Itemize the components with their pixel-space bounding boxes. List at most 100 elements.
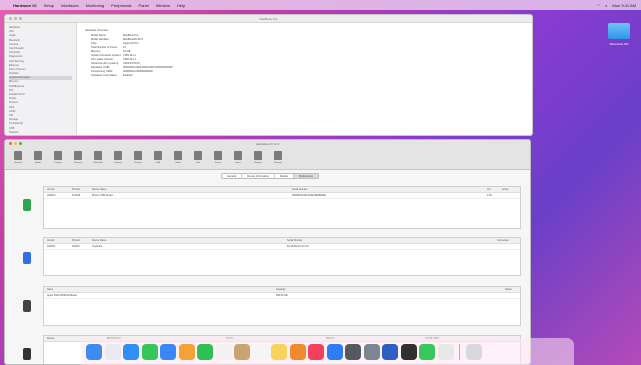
- toolbar-button[interactable]: Network: [71, 148, 85, 169]
- dock-app-notes-icon[interactable]: [271, 343, 287, 360]
- menu-item[interactable]: Setup: [44, 3, 54, 8]
- table-row[interactable]: 0x05AC 0x12A8 iPhone USB Device 00008030-00…: [44, 193, 520, 199]
- toolbar-label: Video: [175, 162, 181, 164]
- column-header[interactable]: Product: [69, 238, 89, 243]
- column-header[interactable]: Vendor: [44, 238, 69, 243]
- table-cell: 0x004C: [47, 245, 56, 248]
- toolbar-label: Storage: [274, 162, 282, 164]
- toolbar-button[interactable]: Disk: [191, 148, 205, 169]
- toolbar-button[interactable]: General: [11, 148, 25, 169]
- trash-icon[interactable]: [465, 343, 482, 360]
- table-cell: [499, 193, 519, 198]
- toolbar-button[interactable]: Input: [231, 148, 245, 169]
- menu-item[interactable]: Monitoring: [86, 3, 105, 8]
- status-area: ◠ ⌕ Mon 9:41 AM: [597, 3, 641, 8]
- column-header[interactable]: Serial Number: [284, 238, 494, 243]
- dock-app-safari-icon[interactable]: [123, 343, 139, 360]
- column-header[interactable]: Device Name: [89, 187, 289, 192]
- overview-heading: Hardware Overview:: [85, 29, 109, 32]
- menu-item[interactable]: Panel: [139, 3, 149, 8]
- toolbar-button[interactable]: USB: [151, 148, 165, 169]
- column-header[interactable]: Product: [69, 187, 89, 192]
- system-info-window: MacBook Pro Hardware ATA Audio Bluetooth Cam…: [4, 14, 533, 136]
- column-header[interactable]: Active: [499, 187, 519, 192]
- table-cell: iPhone USB Device: [92, 194, 113, 197]
- dock-app-pages-icon[interactable]: [289, 343, 306, 360]
- dock-app-mail-icon[interactable]: [160, 343, 176, 360]
- dock-app-facetime-icon[interactable]: [197, 343, 213, 360]
- toolbar-label: Printers: [134, 162, 142, 164]
- dock-app-xcode-icon[interactable]: [382, 343, 398, 360]
- column-header[interactable]: Device Name: [89, 238, 284, 243]
- column-header[interactable]: Serial Number: [289, 187, 484, 192]
- dock-app-calendar-icon[interactable]: [215, 343, 232, 360]
- column-header[interactable]: Name: [44, 287, 273, 292]
- column-header[interactable]: Vendor: [44, 187, 69, 192]
- toolbar-label: Network: [73, 162, 83, 164]
- toolbar-icon: [14, 151, 22, 160]
- toolbar-button[interactable]: Display: [51, 148, 65, 169]
- toolbar-button[interactable]: Printers: [131, 148, 145, 169]
- system-info-content: Hardware Overview: Model Name: MacBook Pr…: [85, 29, 522, 78]
- table-cell: [502, 293, 520, 298]
- toolbar-button[interactable]: Power: [211, 148, 225, 169]
- tab[interactable]: General: [222, 174, 243, 178]
- tab[interactable]: Details: [275, 174, 294, 178]
- toolbar-label: Input: [235, 162, 241, 164]
- dock-app-app-store-icon[interactable]: [326, 343, 343, 360]
- dock-app-messages-icon[interactable]: [141, 343, 158, 360]
- dock-app-photos-icon[interactable]: [178, 343, 195, 360]
- menu-bar: Hardware IO Setup Interfaces Monitoring …: [0, 0, 641, 10]
- audio-icon: [23, 348, 31, 360]
- dock-app-music-icon[interactable]: [308, 343, 324, 360]
- table-row[interactable]: Apple SSD AP0512R Media 500.28 GB: [44, 293, 520, 299]
- column-header[interactable]: Ver: [484, 187, 499, 192]
- menu-app-name[interactable]: Hardware IO: [13, 3, 37, 8]
- column-header[interactable]: Capacity: [273, 287, 502, 292]
- dock-app-finder-icon[interactable]: [86, 343, 102, 360]
- wifi-icon[interactable]: ◠: [597, 3, 601, 8]
- table-row[interactable]: 0x004C 0x0267 Keyboard F0-18-98-XX-XX-XX: [44, 244, 520, 250]
- toolbar-button[interactable]: Storage: [271, 148, 285, 169]
- toolbar-icon: [234, 151, 242, 160]
- search-icon[interactable]: ⌕: [605, 3, 607, 8]
- toolbar-label: Power: [214, 162, 222, 164]
- tab[interactable]: Device Information: [242, 174, 275, 178]
- toolbar-label: Display: [54, 162, 62, 164]
- table-cell: 0x0267: [72, 245, 80, 248]
- desktop-drive-label: Macintosh HD: [609, 42, 629, 46]
- menu-item[interactable]: Interfaces: [61, 3, 79, 8]
- dock-app-launchpad-icon[interactable]: [104, 343, 121, 360]
- tab[interactable]: Preferences: [293, 174, 318, 178]
- toolbar-button[interactable]: Video: [171, 148, 185, 169]
- toolbar-button[interactable]: Camera: [111, 148, 125, 169]
- tab-bar: General Device Information Details Preferen…: [221, 173, 319, 179]
- toolbar-button[interactable]: Audio: [31, 148, 45, 169]
- toolbar-icon: [74, 151, 82, 160]
- menu-item[interactable]: Peripherals: [111, 3, 131, 8]
- sidebar-item[interactable]: Software: [9, 135, 72, 136]
- toolbar-button[interactable]: Battery: [251, 148, 265, 169]
- desktop-drive-icon[interactable]: [608, 23, 630, 39]
- table-cell: F0-18-98-XX-XX-XX: [287, 245, 309, 248]
- dock-app-script-editor-icon[interactable]: [437, 343, 454, 360]
- dock-app-reminders-icon[interactable]: [252, 343, 269, 360]
- dock-app-finder-folder-icon[interactable]: [234, 343, 250, 360]
- table-cell: [494, 244, 519, 249]
- column-header[interactable]: Connected: [494, 238, 519, 243]
- dock-app-whatsapp-icon[interactable]: [419, 343, 435, 360]
- dock-app-terminal-icon[interactable]: [400, 343, 417, 360]
- clock[interactable]: Mon 9:41 AM: [612, 3, 636, 8]
- dock-app-system-settings-icon[interactable]: [363, 343, 380, 360]
- column-header[interactable]: Status: [502, 287, 520, 292]
- toolbar-button[interactable]: Bluetooth: [91, 148, 105, 169]
- dock-app-disk-utility-icon[interactable]: [345, 343, 361, 360]
- hardware-io-titlebar: Hardware IO v1.0: [5, 140, 530, 148]
- toolbar-label: Audio: [35, 162, 41, 164]
- table-cell: 0x05AC: [47, 194, 56, 197]
- toolbar: General Audio Display Network Bluetooth Camer…: [5, 148, 530, 170]
- menu-item[interactable]: Window: [156, 3, 170, 8]
- table-cell: Keyboard: [92, 245, 103, 248]
- menu-item[interactable]: Help: [177, 3, 185, 8]
- table-cell: Apple SSD AP0512R Media: [47, 294, 77, 297]
